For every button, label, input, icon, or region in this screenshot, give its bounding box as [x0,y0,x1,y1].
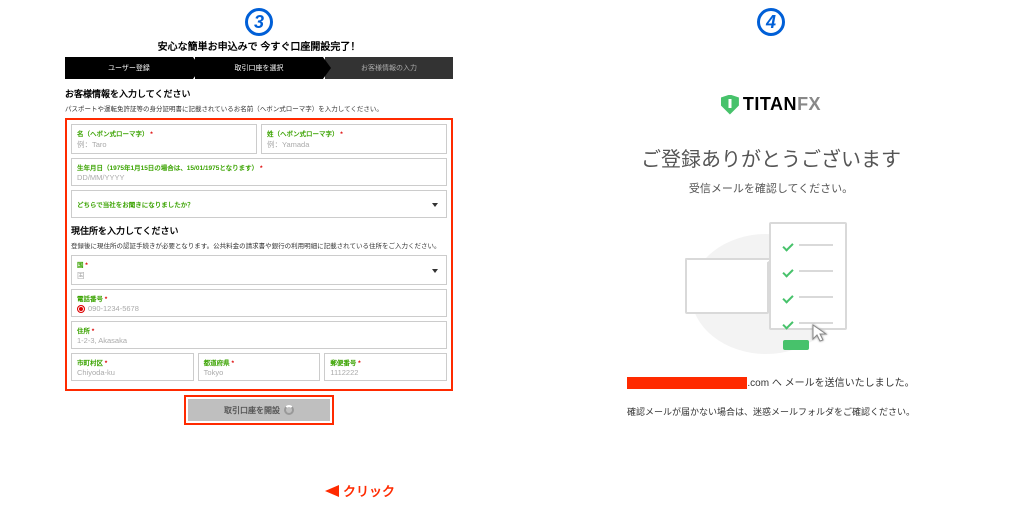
custinfo-sub: パスポートや運転免許証等の身分証明書に記載されているお名前（ヘボン式ローマ字）を… [65,103,453,113]
cursor-icon [811,323,831,348]
address-sub: 登録後に現住所の認証手続きが必要となります。公共料金の請求書や銀行の利用明細に記… [71,240,447,250]
progress-step-1: ユーザー登録 [65,57,193,79]
check-icon [782,266,793,277]
mail-illustration [681,214,861,354]
check-icon [782,240,793,251]
progress-step-2: 取引口座を選択 [195,57,323,79]
shield-icon [721,95,739,115]
jp-flag-icon [77,305,85,313]
address-field[interactable]: 住所 1-2-3, Akasaka [71,321,447,349]
city-field[interactable]: 市町村区 Chiyoda-ku [71,353,194,381]
open-account-button[interactable]: 取引口座を開設 [188,399,330,421]
state-field[interactable]: 都道府県 Tokyo [198,353,321,381]
custinfo-title: お客様情報を入力してください [65,87,453,100]
check-icon [782,318,793,329]
redacted-email [627,377,747,389]
submit-frame: 取引口座を開設 [184,395,334,425]
zip-field[interactable]: 郵便番号 1112222 [324,353,447,381]
sent-email-line: .com へ メールを送信いたしました。 [518,374,1024,389]
spam-note: 確認メールが届かない場合は、迷惑メールフォルダをご確認ください。 [518,405,1024,418]
thanks-subtitle: 受信メールを確認してください。 [518,180,1024,196]
progress-step-3: お客様情報の入力 [325,57,453,79]
phone-field[interactable]: 電話番号 090-1234-5678 [71,289,447,317]
hear-about-select[interactable]: どちらで当社をお聞きになりましたか？ [71,190,447,218]
headline: 安心な簡単お申込みで 今すぐ口座開設完了！ [0,38,518,53]
document-icon [769,222,847,330]
custinfo-frame: 名（ヘボン式ローマ字） 例：Taro 姓（ヘボン式ローマ字） 例：Yamada … [65,118,453,391]
address-title: 現住所を入力してください [71,224,447,237]
dob-field[interactable]: 生年月日（1975年1月15日の場合は、15/01/1975となります） DD/… [71,158,447,186]
last-name-field[interactable]: 姓（ヘボン式ローマ字） 例：Yamada [261,124,447,154]
check-icon [782,292,793,303]
first-name-field[interactable]: 名（ヘボン式ローマ字） 例：Taro [71,124,257,154]
step-badge-3: 3 [245,8,273,36]
titanfx-logo: TITANFX [518,94,1024,115]
spinner-icon [284,405,294,415]
country-select[interactable]: 国 国 [71,255,447,285]
progress-steps: ユーザー登録 取引口座を選択 お客様情報の入力 [65,57,453,79]
click-annotation: クリック [325,481,395,500]
step-badge-4: 4 [757,8,785,36]
envelope-icon [685,258,769,314]
thanks-title: ご登録ありがとうございます [518,143,1024,172]
